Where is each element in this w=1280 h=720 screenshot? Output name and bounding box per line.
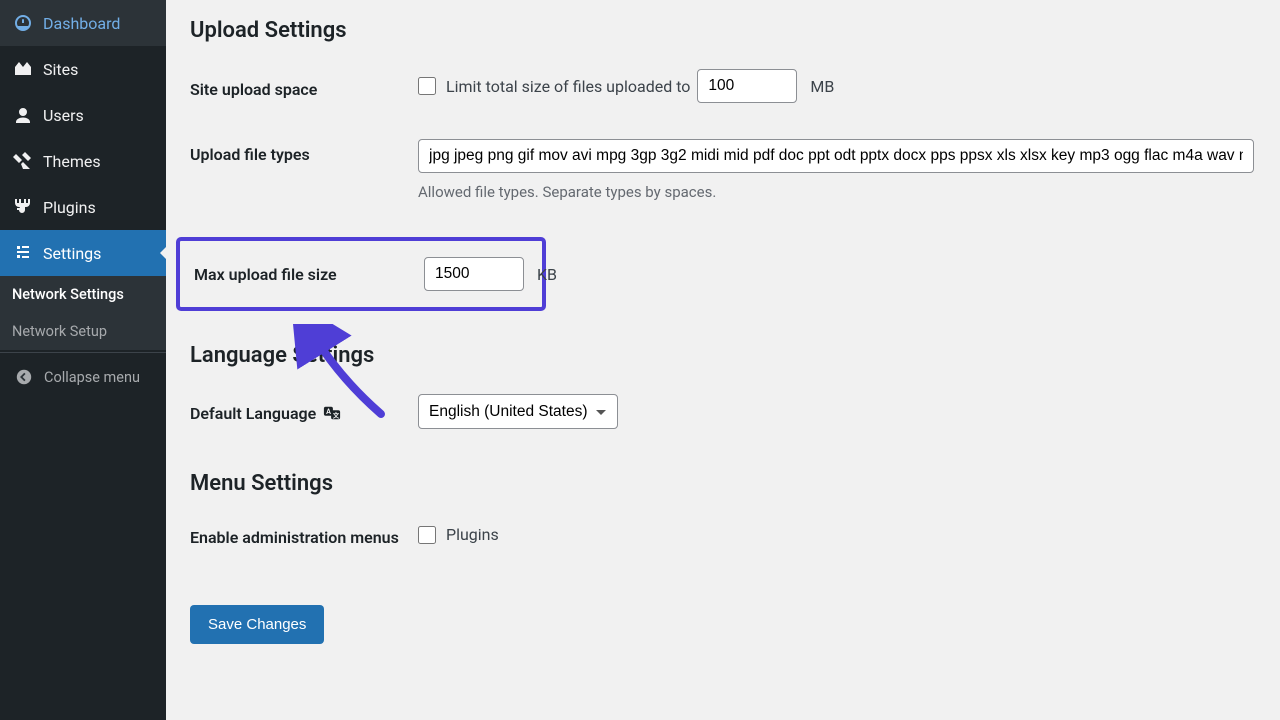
sidebar-item-plugins[interactable]: Plugins [0, 184, 166, 230]
svg-text:文: 文 [333, 410, 340, 419]
menu-settings-heading: Menu Settings [190, 471, 1254, 496]
sites-icon [13, 59, 33, 79]
plugins-icon [13, 197, 33, 217]
default-language-row: Default Language A文 English (United Stat… [190, 394, 1254, 429]
site-upload-space-input[interactable] [697, 69, 797, 103]
sidebar-subitem-network-settings[interactable]: Network Settings [0, 276, 166, 313]
users-icon [13, 105, 33, 125]
upload-filetypes-row: Upload file types Allowed file types. Se… [190, 139, 1254, 201]
default-language-select[interactable]: English (United States) [418, 394, 618, 429]
sidebar-label: Plugins [43, 198, 96, 217]
site-upload-space-unit: MB [810, 77, 834, 96]
translate-icon: A文 [323, 404, 341, 426]
sidebar-label: Settings [43, 244, 101, 263]
sidebar-label: Sites [43, 60, 78, 79]
upload-settings-heading: Upload Settings [190, 18, 1254, 43]
sidebar-label: Users [43, 106, 84, 125]
collapse-label: Collapse menu [44, 369, 140, 386]
themes-icon [13, 151, 33, 171]
sidebar-collapse[interactable]: Collapse menu [0, 352, 166, 401]
language-settings-heading: Language Settings [190, 343, 1254, 368]
sidebar-label: Dashboard [43, 14, 120, 33]
default-language-label: Default Language A文 [190, 398, 418, 426]
max-upload-size-unit: KB [537, 265, 557, 284]
max-upload-size-input[interactable] [424, 257, 524, 291]
sidebar-label: Themes [43, 152, 101, 171]
save-changes-button[interactable]: Save Changes [190, 605, 324, 644]
main-content: Upload Settings Site upload space Limit … [166, 0, 1280, 720]
upload-filetypes-label: Upload file types [190, 139, 418, 164]
enable-plugins-menu-label: Plugins [446, 525, 499, 544]
collapse-icon [14, 367, 34, 387]
limit-total-size-checkbox[interactable] [418, 77, 436, 95]
site-upload-space-row: Site upload space Limit total size of fi… [190, 69, 1254, 103]
site-upload-space-label: Site upload space [190, 74, 418, 99]
sidebar-item-users[interactable]: Users [0, 92, 166, 138]
admin-sidebar: Dashboard Sites Users Themes Plugins [0, 0, 166, 720]
sidebar-subitem-network-setup[interactable]: Network Setup [0, 313, 166, 350]
max-upload-size-highlight: Max upload file size KB [176, 237, 546, 311]
sidebar-item-themes[interactable]: Themes [0, 138, 166, 184]
enable-admin-menus-row: Enable administration menus Plugins [190, 522, 1254, 547]
upload-filetypes-input[interactable] [418, 139, 1254, 173]
limit-total-size-label: Limit total size of files uploaded to [446, 77, 690, 96]
settings-icon [13, 243, 33, 263]
dashboard-icon [13, 13, 33, 33]
enable-admin-menus-label: Enable administration menus [190, 522, 418, 547]
max-upload-size-label: Max upload file size [188, 265, 424, 284]
svg-text:A: A [326, 406, 331, 415]
sidebar-submenu: Network Settings Network Setup [0, 276, 166, 350]
sidebar-item-settings[interactable]: Settings [0, 230, 166, 276]
upload-filetypes-description: Allowed file types. Separate types by sp… [418, 183, 1254, 201]
sidebar-item-sites[interactable]: Sites [0, 46, 166, 92]
enable-plugins-menu-checkbox[interactable] [418, 526, 436, 544]
sidebar-item-dashboard[interactable]: Dashboard [0, 0, 166, 46]
